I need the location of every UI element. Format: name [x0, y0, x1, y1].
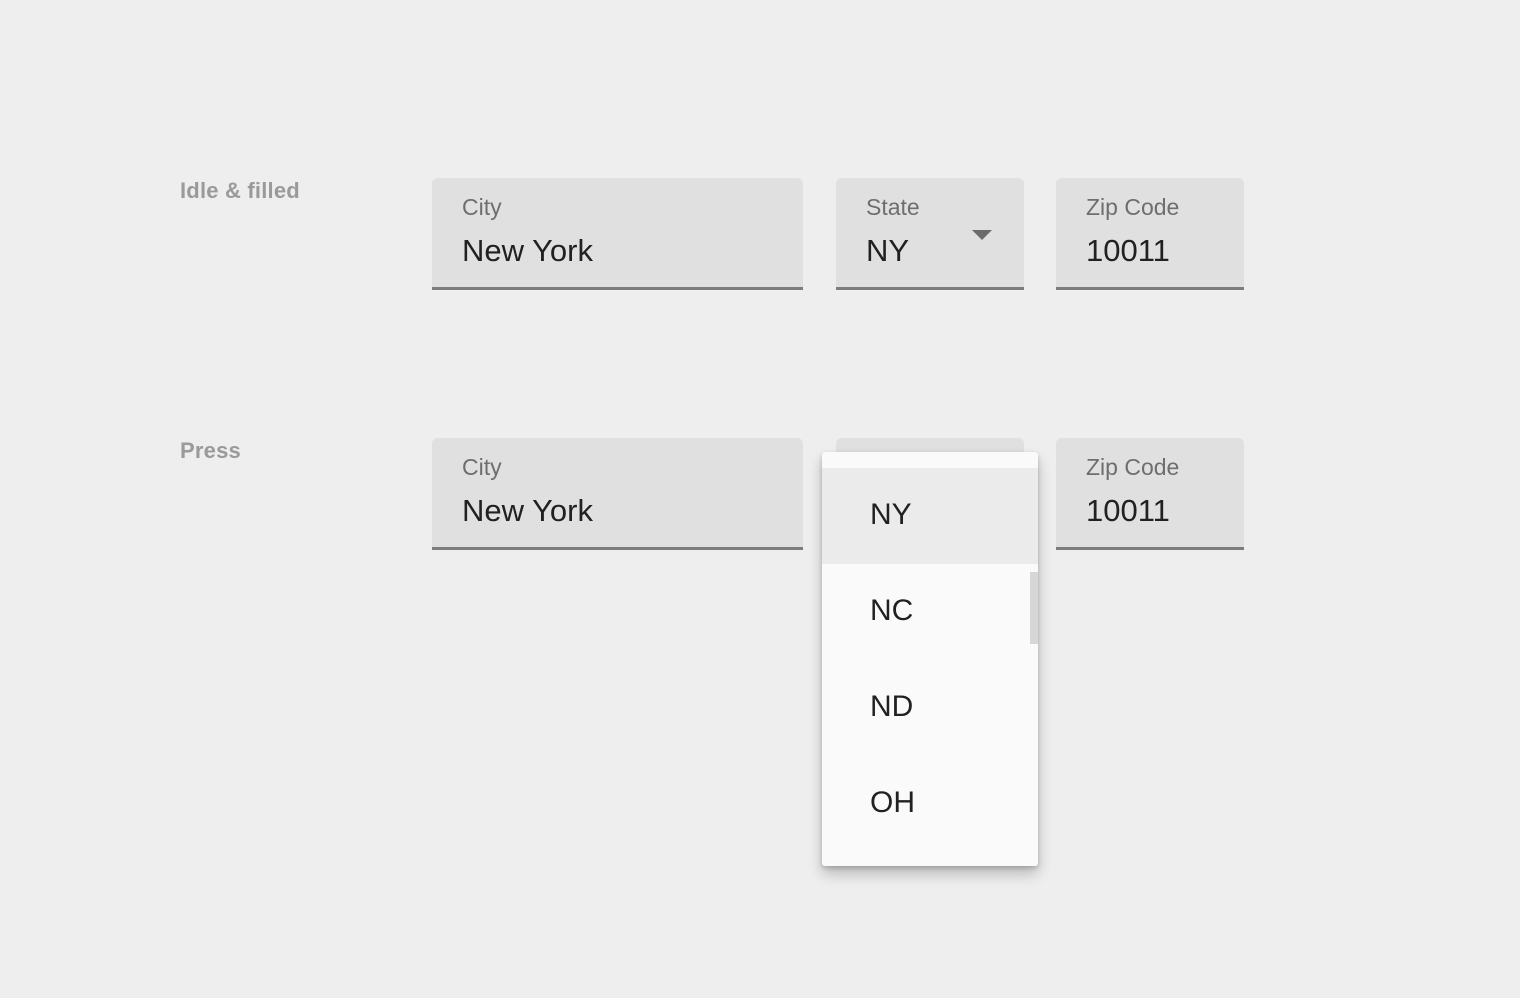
menu-item-label: ND: [870, 690, 914, 723]
zip-code-field-value: 10011: [1086, 493, 1170, 528]
menu-item-nc[interactable]: NC: [822, 564, 1038, 660]
zip-code-field-label: Zip Code: [1086, 454, 1180, 480]
zip-code-field-value: 10011: [1086, 233, 1170, 268]
zip-code-field-press[interactable]: Zip Code 10011: [1056, 438, 1244, 550]
state-select-label: State: [866, 194, 920, 220]
city-field-press[interactable]: City New York: [432, 438, 803, 550]
city-field-value: New York: [462, 233, 593, 268]
zip-code-field-label: Zip Code: [1086, 194, 1180, 220]
state-dropdown-menu[interactable]: NY NC ND OH: [822, 452, 1038, 866]
menu-item-label: NY: [870, 498, 912, 531]
city-field-label: City: [462, 194, 502, 220]
city-field[interactable]: City New York: [432, 178, 803, 290]
menu-item-ny[interactable]: NY: [822, 468, 1038, 564]
menu-item-nd[interactable]: ND: [822, 660, 1038, 756]
row-label-idle-filled: Idle & filled: [180, 178, 300, 203]
state-select[interactable]: State NY: [836, 178, 1024, 290]
menu-item-oh[interactable]: OH: [822, 756, 1038, 852]
arrow-drop-down-icon[interactable]: [972, 230, 992, 240]
menu-scrollbar[interactable]: [1030, 572, 1038, 644]
zip-code-field[interactable]: Zip Code 10011: [1056, 178, 1244, 290]
city-field-label: City: [462, 454, 502, 480]
state-select-value: NY: [866, 233, 910, 268]
menu-item-label: OH: [870, 786, 915, 819]
city-field-value: New York: [462, 493, 593, 528]
row-label-press: Press: [180, 438, 241, 463]
menu-item-label: NC: [870, 594, 914, 627]
